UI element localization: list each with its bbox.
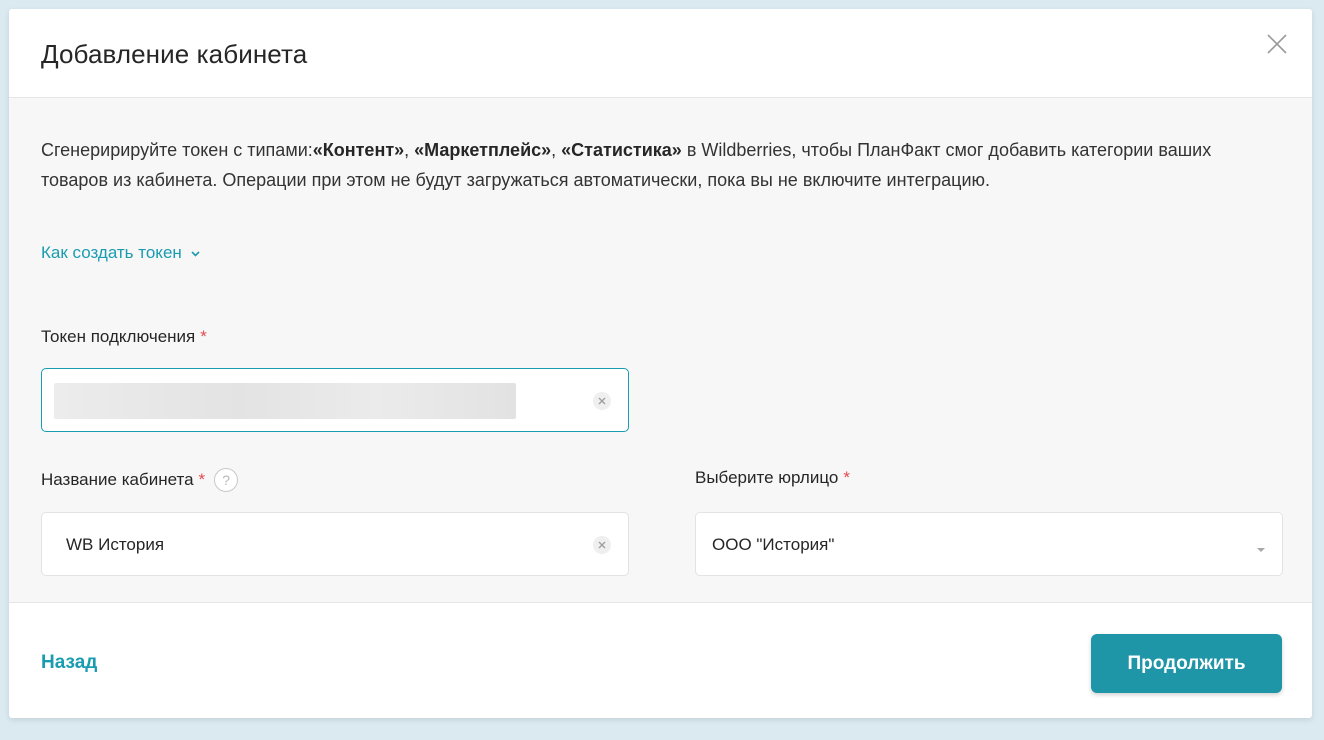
required-mark: *	[198, 470, 206, 489]
cabinet-name-value: WB История	[66, 535, 165, 554]
token-field-label: Токен подключения *	[41, 327, 207, 347]
dialog-body: Сгенеририруйте токен с типами:«Контент»,…	[9, 98, 1312, 603]
legal-entity-label-text: Выберите юрлицо	[695, 468, 839, 487]
intro-sep2: ,	[551, 140, 562, 160]
help-icon[interactable]: ?	[214, 468, 239, 492]
close-icon[interactable]	[1262, 29, 1292, 59]
continue-button[interactable]: Продолжить	[1091, 634, 1282, 693]
dialog-title: Добавление кабинета	[41, 39, 308, 69]
legal-entity-select[interactable]: ООО "История"	[695, 512, 1283, 576]
add-cabinet-dialog: Добавление кабинета Сгенеририруйте токен…	[9, 9, 1312, 718]
dialog-header: Добавление кабинета	[9, 9, 1312, 98]
intro-text: Сгенеририруйте токен с типами:«Контент»,…	[41, 135, 1261, 195]
token-value-redacted	[54, 383, 516, 419]
caret-down-icon	[1256, 541, 1266, 552]
how-to-create-token-link[interactable]: Как создать токен	[41, 243, 201, 263]
intro-sep1: ,	[404, 140, 415, 160]
token-type-marketplace: «Маркетплейс»	[414, 140, 552, 160]
clear-icon[interactable]	[592, 535, 612, 555]
how-to-create-token-label: Как создать токен	[41, 243, 182, 262]
token-type-content: «Контент»	[312, 140, 405, 160]
legal-entity-selected-value: ООО "История"	[712, 535, 835, 554]
token-input[interactable]	[41, 368, 629, 432]
clear-icon[interactable]	[592, 391, 612, 411]
chevron-down-icon	[190, 243, 201, 263]
token-label-text: Токен подключения	[41, 327, 196, 346]
cabinet-name-field-label: Название кабинета * ?	[41, 468, 239, 492]
required-mark: *	[200, 327, 207, 346]
back-link[interactable]: Назад	[41, 652, 97, 674]
cabinet-name-label-text: Название кабинета	[41, 470, 194, 489]
required-mark: *	[843, 468, 850, 487]
token-type-statistics: «Статистика»	[561, 140, 682, 160]
intro-part1: Сгенеририруйте токен с типами:	[41, 140, 313, 160]
cabinet-name-input[interactable]: WB История	[41, 512, 629, 576]
legal-entity-field-label: Выберите юрлицо *	[695, 468, 850, 488]
